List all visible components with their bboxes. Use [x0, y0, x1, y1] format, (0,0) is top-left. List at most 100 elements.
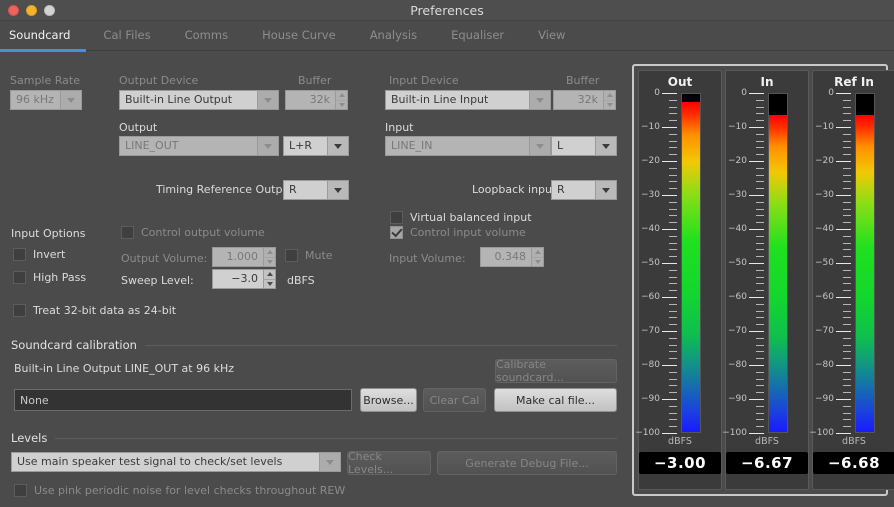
- spinner-arrows[interactable]: [335, 90, 348, 110]
- meter-tick: [843, 147, 851, 149]
- chevron-down-icon[interactable]: [257, 90, 279, 110]
- meter-tick: [756, 290, 764, 292]
- chevron-down-icon[interactable]: [60, 90, 82, 110]
- meter-tick: [843, 181, 851, 183]
- meter-tick: [843, 188, 851, 190]
- meter-tick: [843, 344, 851, 346]
- tab-view[interactable]: View: [521, 27, 582, 51]
- meter-tick: [749, 127, 764, 128]
- calibrate-soundcard-button[interactable]: Calibrate soundcard...: [495, 358, 617, 384]
- tab-analysis[interactable]: Analysis: [353, 27, 434, 51]
- browse-button[interactable]: Browse...: [360, 388, 417, 412]
- checkbox-box: [14, 484, 27, 497]
- meter-tick: [843, 385, 851, 387]
- checkbox-box: [13, 248, 26, 261]
- tab-cal-files[interactable]: Cal Files: [86, 27, 167, 51]
- clear-cal-button[interactable]: Clear Cal: [423, 388, 486, 412]
- spinner-arrows[interactable]: [603, 90, 616, 110]
- control-input-volume-label: Control input volume: [410, 226, 526, 239]
- input-channel-combo[interactable]: L: [551, 136, 617, 156]
- meter-tick: [756, 133, 764, 135]
- treat-32bit-as-24bit-checkbox[interactable]: Treat 32-bit data as 24-bit: [13, 304, 176, 317]
- meter-tick: [756, 222, 764, 224]
- loopback-input-combo[interactable]: R: [551, 180, 617, 200]
- chevron-down-icon[interactable]: [595, 136, 617, 156]
- output-buffer-spinner[interactable]: 32k: [285, 90, 348, 110]
- meter-scale: 0 −10 −20 −30 −40 −50 −60 −70 −80 −90 −100: [635, 88, 677, 438]
- mute-checkbox[interactable]: Mute: [285, 249, 333, 262]
- input-buffer-spinner[interactable]: 32k: [553, 90, 616, 110]
- input-volume-spinner[interactable]: 0.348: [480, 247, 544, 267]
- check-levels-button[interactable]: Check Levels...: [347, 450, 431, 476]
- meter-tick: [836, 93, 851, 94]
- meter-tick: [756, 113, 764, 115]
- meter-tick: [756, 147, 764, 149]
- meter-tick: [836, 263, 851, 264]
- meter-tick: [669, 208, 677, 210]
- meter-tick-label: −60: [815, 292, 834, 302]
- control-output-volume-checkbox[interactable]: Control output volume: [121, 226, 265, 239]
- levels-signal-combo[interactable]: Use main speaker test signal to check/se…: [11, 452, 341, 472]
- meter-tick: [756, 106, 764, 108]
- tab-house-curve[interactable]: House Curve: [245, 27, 353, 51]
- output-device-combo[interactable]: Built-in Line Output: [119, 90, 279, 110]
- output-channel-combo[interactable]: L+R: [283, 136, 349, 156]
- output-buffer-label: Buffer: [298, 74, 332, 87]
- spinner-arrows[interactable]: [263, 247, 276, 267]
- invert-checkbox[interactable]: Invert: [13, 248, 65, 261]
- meter-tick: [669, 337, 677, 339]
- meter-tick: [843, 310, 851, 312]
- chevron-down-icon[interactable]: [327, 136, 349, 156]
- cal-file-path-field[interactable]: None: [14, 389, 352, 411]
- meter-tick-label: −90: [728, 394, 747, 404]
- spinner-arrows[interactable]: [263, 269, 276, 289]
- meter-tick: [843, 242, 851, 244]
- sample-rate-combo[interactable]: 96 kHz: [10, 90, 82, 110]
- meter-tick: [756, 419, 764, 421]
- calibration-device-line: Built-in Line Output LINE_OUT at 96 kHz: [14, 362, 234, 375]
- chevron-down-icon[interactable]: [257, 136, 279, 156]
- input-combo[interactable]: LINE_IN: [385, 136, 551, 156]
- meter-tick: [836, 229, 851, 230]
- virtual-balanced-input-checkbox[interactable]: Virtual balanced input: [390, 211, 532, 224]
- meter-tick-label: −50: [728, 258, 747, 268]
- tab-comms[interactable]: Comms: [168, 27, 245, 51]
- tab-soundcard[interactable]: Soundcard: [0, 27, 87, 52]
- meter-tick: [843, 371, 851, 373]
- meter-tick: [756, 167, 764, 169]
- high-pass-checkbox[interactable]: High Pass: [13, 271, 86, 284]
- meter-tick: [749, 297, 764, 298]
- meter-tick: [669, 392, 677, 394]
- meter-tick: [843, 317, 851, 319]
- output-combo[interactable]: LINE_OUT: [119, 136, 279, 156]
- meter-tick: [669, 385, 677, 387]
- meter-tick: [756, 337, 764, 339]
- meter-tick: [756, 249, 764, 251]
- meter-tick: [756, 208, 764, 210]
- meter-tick: [843, 303, 851, 305]
- chevron-down-icon[interactable]: [529, 136, 551, 156]
- meter-tick: [843, 412, 851, 414]
- checkbox-box: [13, 304, 26, 317]
- sweep-level-spinner[interactable]: −3.0: [212, 269, 276, 289]
- output-volume-spinner[interactable]: 1.000: [212, 247, 276, 267]
- tab-equaliser[interactable]: Equaliser: [434, 27, 521, 51]
- meter-tick: [756, 405, 764, 407]
- make-cal-file-button[interactable]: Make cal file...: [494, 388, 617, 412]
- input-buffer-value: 32k: [553, 90, 603, 110]
- generate-debug-file-button[interactable]: Generate Debug File...: [437, 451, 617, 475]
- meter-tick: [749, 399, 764, 400]
- chevron-down-icon[interactable]: [319, 452, 341, 472]
- input-buffer-label: Buffer: [566, 74, 600, 87]
- chevron-down-icon[interactable]: [327, 180, 349, 200]
- meter-tick: [756, 269, 764, 271]
- pink-noise-checkbox[interactable]: Use pink periodic noise for level checks…: [14, 484, 345, 497]
- meter-tick: [756, 303, 764, 305]
- chevron-down-icon[interactable]: [529, 90, 551, 110]
- sample-rate-value: 96 kHz: [10, 90, 60, 110]
- spinner-arrows[interactable]: [531, 247, 544, 267]
- input-device-combo[interactable]: Built-in Line Input: [385, 90, 551, 110]
- control-input-volume-checkbox[interactable]: Control input volume: [390, 226, 526, 239]
- timing-reference-output-combo[interactable]: R: [283, 180, 349, 200]
- chevron-down-icon[interactable]: [595, 180, 617, 200]
